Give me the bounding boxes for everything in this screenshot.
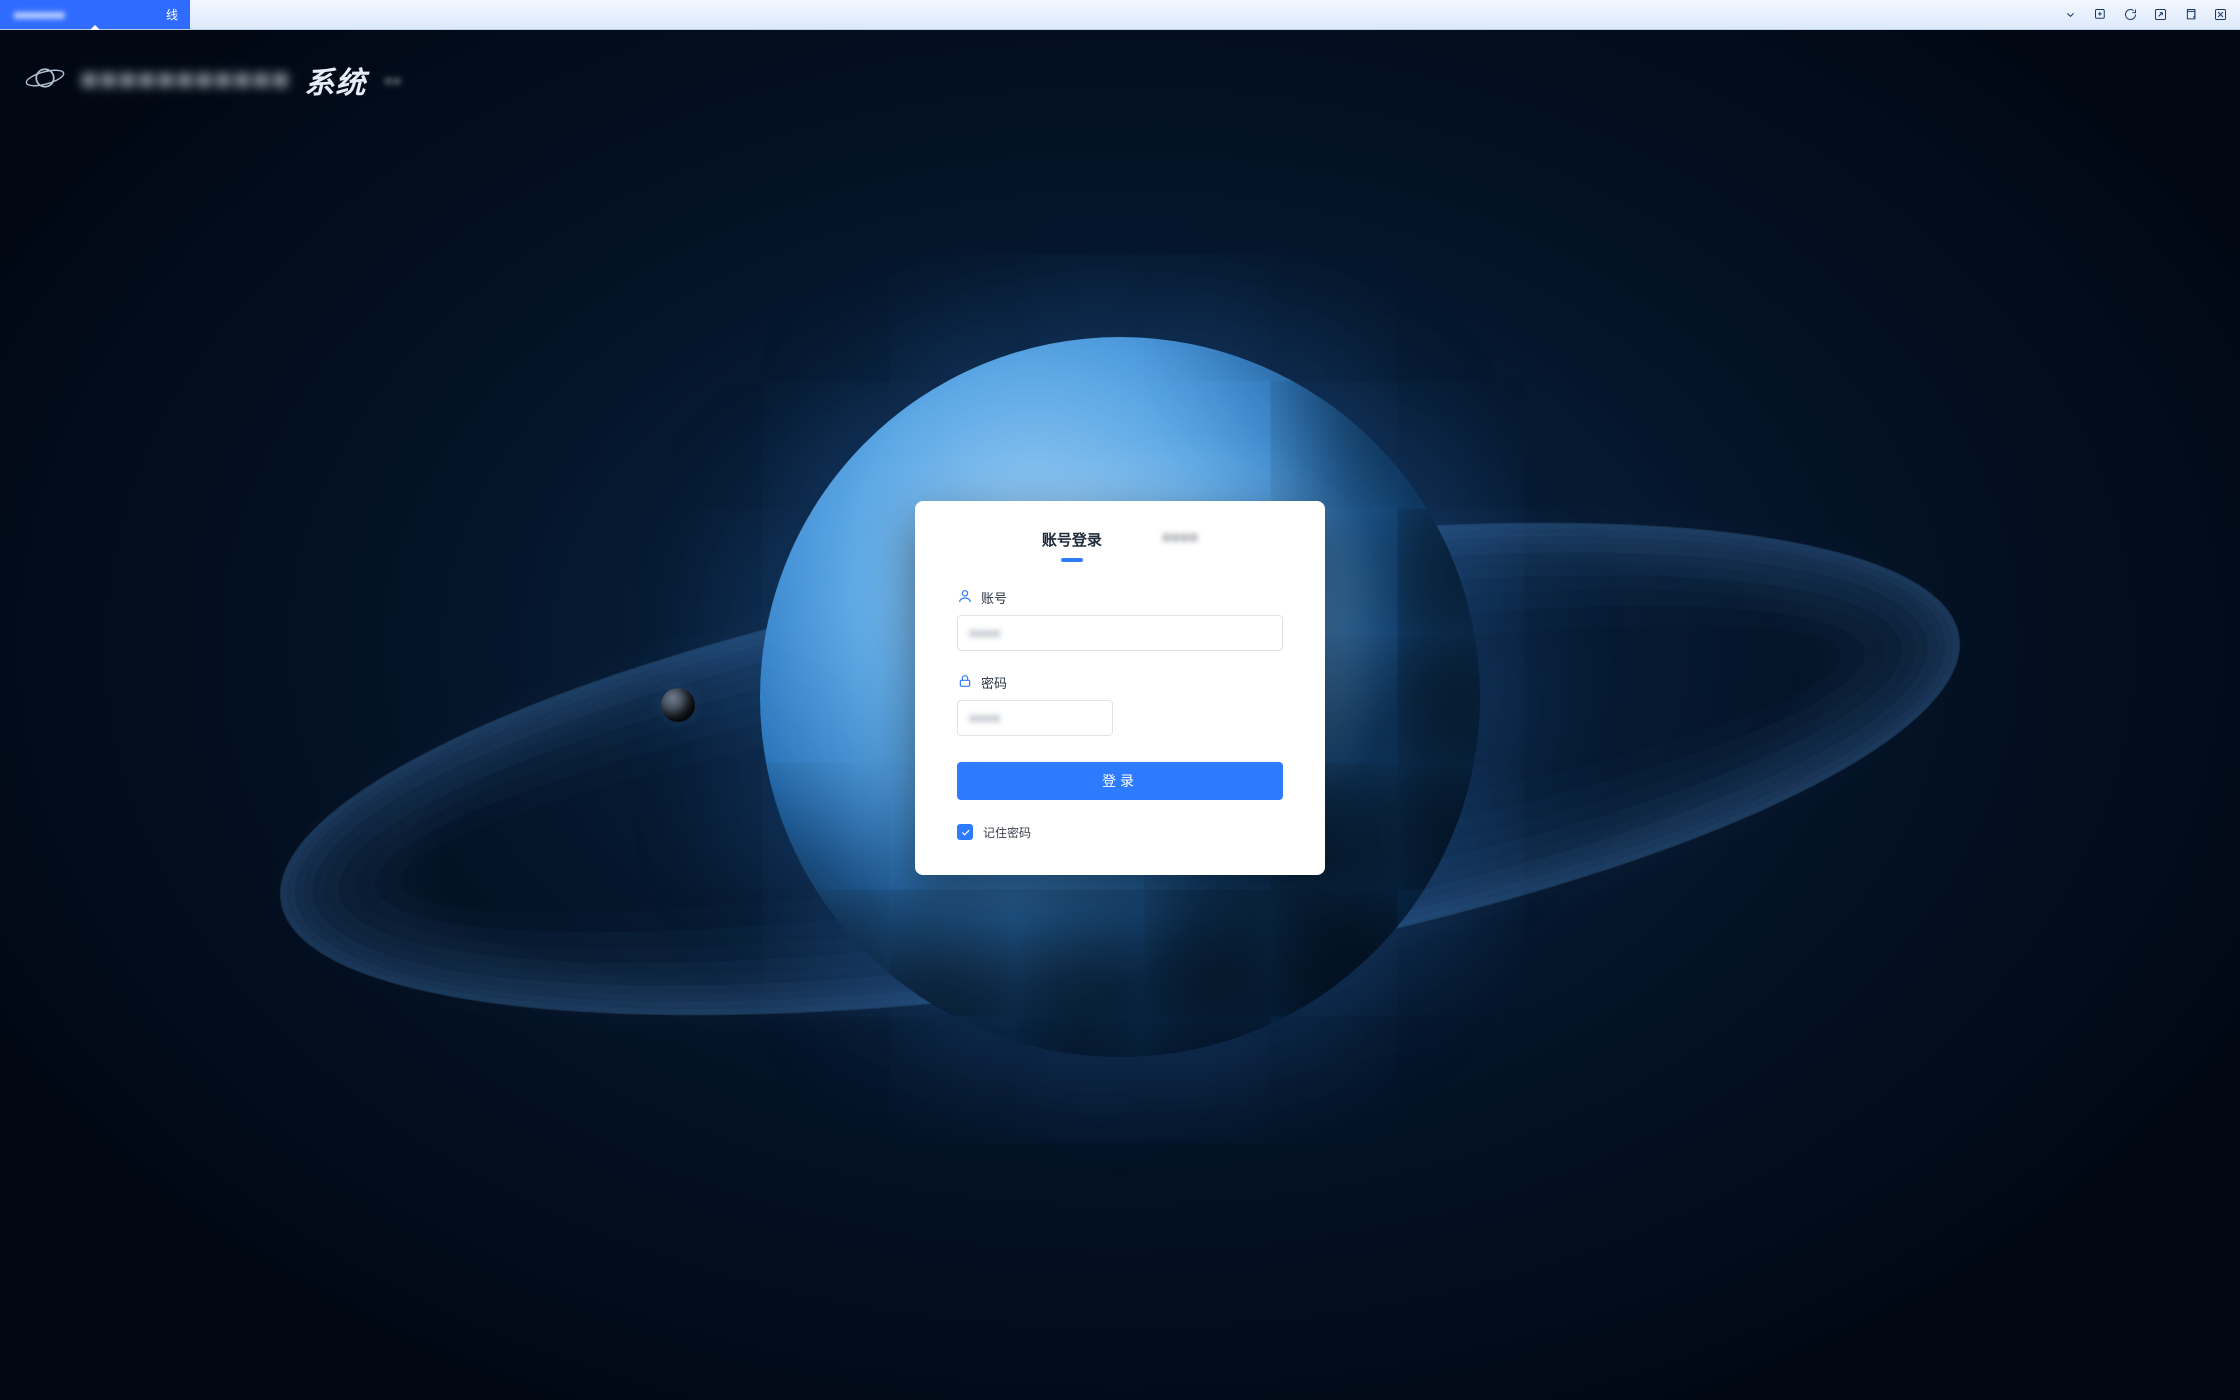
close-icon[interactable] xyxy=(2206,4,2234,26)
new-tab-icon[interactable] xyxy=(2086,4,2114,26)
login-tabs: 账号登录 ■■■■ xyxy=(957,529,1283,562)
tab-account-login[interactable]: 账号登录 xyxy=(1042,529,1102,562)
titlebar-actions xyxy=(2056,0,2240,29)
account-label: 账号 xyxy=(981,588,1007,607)
brand-name-obscured: ■■■■■■■■■■■ xyxy=(80,63,290,97)
user-icon xyxy=(957,588,973,607)
restore-icon[interactable] xyxy=(2176,4,2204,26)
password-label: 密码 xyxy=(981,673,1007,692)
moon-illustration xyxy=(661,688,695,722)
browser-tab-active[interactable]: ■■■■■■■ 线 xyxy=(0,0,190,29)
account-field: 账号 ■■■■ xyxy=(957,588,1283,651)
refresh-icon[interactable] xyxy=(2116,4,2144,26)
remember-row: 记住密码 xyxy=(957,824,1283,841)
brand-name-visible: 系统 xyxy=(304,58,366,102)
password-value-obscured: ■■■■ xyxy=(969,710,1000,725)
popout-icon[interactable] xyxy=(2146,4,2174,26)
dropdown-icon[interactable] xyxy=(2056,4,2084,26)
password-field: 密码 ■■■■ xyxy=(957,673,1283,736)
tab-alt-login[interactable]: ■■■■ xyxy=(1162,529,1198,562)
tab-title-obscured: ■■■■■■■ xyxy=(14,8,158,22)
login-button[interactable]: 登录 xyxy=(957,762,1283,800)
brand-logo-icon xyxy=(24,63,66,98)
account-value-obscured: ■■■■ xyxy=(969,625,1000,640)
window-titlebar: ■■■■■■■ 线 xyxy=(0,0,2240,30)
account-input[interactable] xyxy=(957,615,1283,651)
brand-version-obscured: ■■ xyxy=(384,73,402,88)
remember-checkbox[interactable] xyxy=(957,824,973,840)
brand-header: ■■■■■■■■■■■ 系统 ■■ xyxy=(24,58,402,102)
lock-icon xyxy=(957,673,973,692)
page-background: ■■■■■■■■■■■ 系统 ■■ 账号登录 ■■■■ 账号 ■■■■ xyxy=(0,30,2240,1400)
tab-title-suffix: 线 xyxy=(166,6,178,23)
login-card: 账号登录 ■■■■ 账号 ■■■■ 密码 xyxy=(915,501,1325,875)
remember-label: 记住密码 xyxy=(983,824,1031,841)
